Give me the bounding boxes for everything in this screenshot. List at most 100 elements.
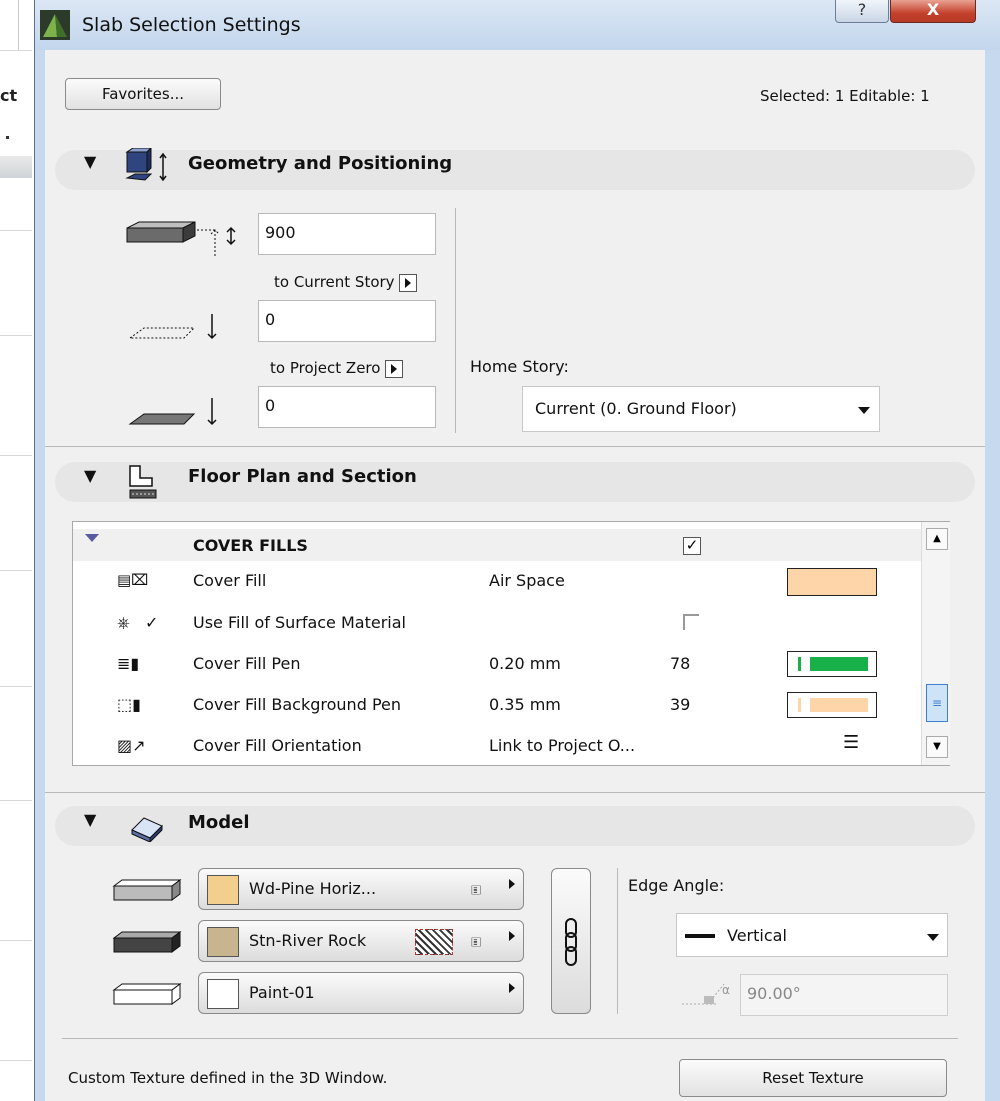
section-divider — [45, 792, 985, 793]
top-surface-icon — [112, 879, 182, 901]
table-row[interactable]: ▤⌧ Cover Fill Air Space — [73, 564, 921, 596]
fill-icon: ▤⌧ — [117, 571, 149, 589]
group-checkbox[interactable]: ✓ — [683, 537, 701, 555]
floorplan-icon — [129, 465, 157, 499]
link-materials-button[interactable] — [551, 868, 591, 1014]
favorites-button[interactable]: Favorites... — [65, 78, 221, 110]
model-section-title: Model — [188, 812, 250, 833]
table-row[interactable]: ▨↗ Cover Fill Orientation Link to Projec… — [73, 729, 921, 761]
texture-icon: 🗉 — [471, 883, 482, 899]
use-material-checkbox[interactable] — [683, 614, 699, 630]
top-offset-field[interactable]: 0 — [258, 300, 436, 342]
reference-menu-icon[interactable] — [399, 273, 418, 292]
row-value: Air Space — [489, 571, 565, 590]
close-button[interactable]: X — [890, 0, 976, 23]
chevron-right-icon — [509, 879, 515, 889]
alpha-symbol: α — [722, 983, 730, 997]
home-story-label: Home Story: — [470, 357, 569, 376]
angle-icon: α — [682, 983, 730, 1005]
chevron-down-icon — [927, 934, 939, 941]
row-label: Cover Fill Orientation — [193, 736, 362, 755]
geometry-section-title: Geometry and Positioning — [188, 153, 453, 174]
pen-swatch[interactable] — [787, 651, 877, 677]
elevation-icon — [128, 398, 217, 426]
material-name: Wd-Pine Horiz... — [249, 879, 377, 898]
angle-field[interactable]: 90.00° — [740, 974, 948, 1016]
material-side-button[interactable]: Stn-River Rock 🗉 — [198, 920, 524, 962]
material-name: Stn-River Rock — [249, 931, 367, 950]
project-zero-label: to Project Zero — [270, 359, 381, 377]
vertical-divider — [617, 868, 618, 1014]
material-swatch — [207, 979, 239, 1009]
chevron-down-icon — [858, 407, 870, 414]
settings-table: COVER FILLS ✓ ▤⌧ Cover Fill Air Space ⎈ … — [72, 521, 950, 766]
scroll-up-icon[interactable]: ▲ — [926, 528, 948, 550]
background-text: ct — [0, 86, 18, 105]
collapse-triangle-icon[interactable]: ▼ — [84, 466, 96, 485]
table-row[interactable]: ⎈ ✓ Use Fill of Surface Material — [73, 606, 921, 638]
window-title: Slab Selection Settings — [82, 14, 301, 36]
pen-swatch[interactable] — [787, 692, 877, 718]
group-collapse-icon[interactable] — [85, 534, 99, 542]
edge-angle-dropdown[interactable]: Vertical — [676, 913, 948, 957]
texture-note: Custom Texture defined in the 3D Window. — [68, 1069, 388, 1087]
reset-texture-button[interactable]: Reset Texture — [679, 1059, 947, 1097]
table-scrollbar[interactable]: ▲ ≡ ▼ — [921, 522, 950, 765]
help-icon: ? — [857, 0, 867, 19]
table-row[interactable]: ⬚▮ Cover Fill Background Pen 0.35 mm 39 — [73, 688, 921, 720]
collapse-triangle-icon[interactable]: ▼ — [84, 810, 96, 829]
row-label: Use Fill of Surface Material — [193, 613, 406, 632]
floorplan-section-title: Floor Plan and Section — [188, 466, 417, 487]
row-value: Link to Project O... — [489, 736, 636, 755]
material-swatch — [207, 927, 239, 957]
scroll-down-icon[interactable]: ▼ — [926, 736, 948, 758]
fill-swatch[interactable] — [787, 568, 877, 596]
material-bottom-button[interactable]: Paint-01 — [198, 972, 524, 1014]
vertical-divider — [455, 208, 456, 433]
dialog-frame-right — [985, 50, 1000, 1101]
hatch-pattern-icon: ☰ — [843, 732, 860, 753]
background-pen-icon: ⬚▮ — [117, 695, 141, 714]
pen-number: 78 — [670, 654, 691, 673]
row-label: Cover Fill Pen — [193, 654, 301, 673]
material-swatch — [207, 875, 239, 905]
group-label: COVER FILLS — [193, 536, 308, 555]
section-divider — [45, 446, 985, 447]
current-story-label: to Current Story — [274, 273, 395, 291]
background-window: ct — [0, 0, 36, 1101]
table-group-row[interactable]: COVER FILLS ✓ — [73, 529, 921, 561]
row-value: 0.20 mm — [489, 654, 561, 673]
brush-icon: ⎈ — [117, 613, 130, 632]
reference-menu-icon[interactable] — [385, 359, 404, 378]
chevron-right-icon — [509, 983, 515, 993]
vertical-edge-icon — [685, 934, 715, 938]
material-top-button[interactable]: Wd-Pine Horiz... 🗉 — [198, 868, 524, 910]
chevron-right-icon — [509, 931, 515, 941]
close-icon: X — [926, 0, 940, 19]
edge-angle-value: Vertical — [727, 926, 787, 945]
row-label: Cover Fill — [193, 571, 267, 590]
orientation-icon: ▨↗ — [117, 736, 146, 755]
project-zero-reference[interactable]: to Project Zero — [270, 359, 404, 378]
help-button[interactable]: ? — [835, 0, 889, 23]
home-story-value: Current (0. Ground Floor) — [535, 399, 737, 418]
footer-divider — [62, 1038, 958, 1039]
scroll-thumb[interactable]: ≡ — [926, 684, 948, 722]
edge-angle-label: Edge Angle: — [628, 876, 725, 895]
texture-preview-icon — [415, 929, 453, 955]
thickness-field[interactable]: 900 — [258, 213, 436, 255]
bottom-surface-icon — [112, 983, 182, 1005]
pen-icon: ≣▮ — [117, 654, 140, 673]
slab-thickness-icon — [126, 221, 236, 258]
chain-link-icon — [565, 918, 577, 966]
top-offset-icon — [128, 314, 217, 340]
row-label: Cover Fill Background Pen — [193, 695, 401, 714]
table-row[interactable]: ≣▮ Cover Fill Pen 0.20 mm 78 — [73, 647, 921, 679]
current-story-reference[interactable]: to Current Story — [274, 273, 418, 292]
collapse-triangle-icon[interactable]: ▼ — [84, 152, 96, 171]
checkmark-icon: ✓ — [145, 613, 159, 632]
texture-icon: 🗉 — [471, 935, 482, 951]
row-value: 0.35 mm — [489, 695, 561, 714]
elevation-field[interactable]: 0 — [258, 386, 436, 428]
home-story-dropdown[interactable]: Current (0. Ground Floor) — [522, 386, 880, 432]
